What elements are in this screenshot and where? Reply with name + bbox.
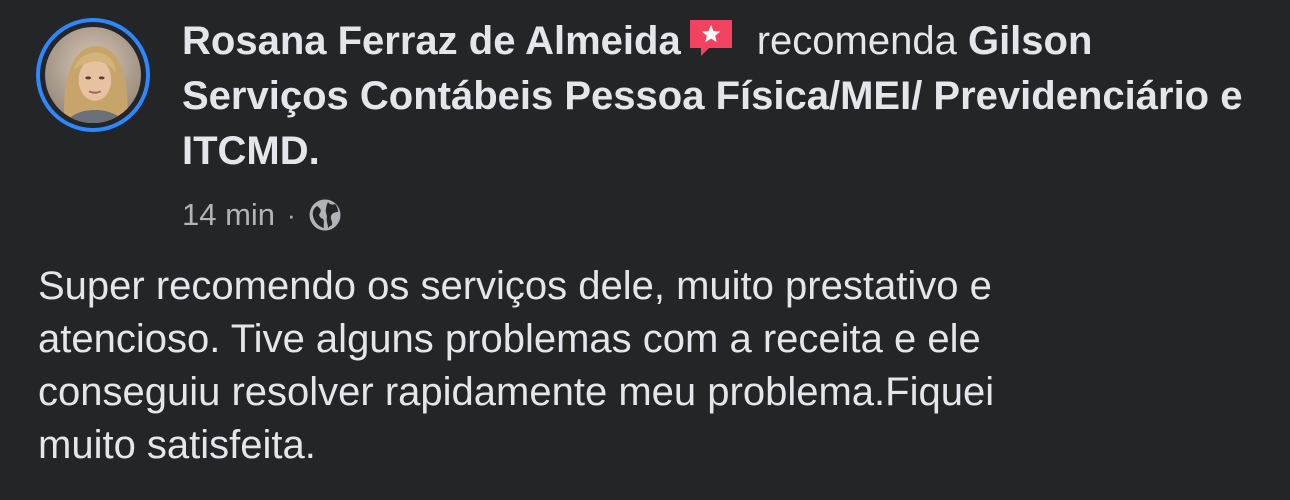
- author-name[interactable]: Rosana Ferraz de Almeida: [182, 19, 681, 63]
- star-speech-bubble-icon: [689, 20, 732, 56]
- author-avatar[interactable]: [45, 27, 141, 123]
- globe-icon[interactable]: [308, 198, 342, 232]
- recommend-verb: recomenda: [756, 19, 957, 63]
- meta-separator: ·: [287, 199, 296, 230]
- post-header: Rosana Ferraz de Almeida recomenda Gilso…: [182, 14, 1262, 179]
- post-timestamp[interactable]: 14 min: [182, 197, 275, 233]
- recommendation-post: Rosana Ferraz de Almeida recomenda Gilso…: [0, 0, 1290, 500]
- post-meta: 14 min ·: [182, 195, 342, 235]
- post-body: Super recomendo os serviços dele, muito …: [38, 264, 995, 467]
- author-avatar-ring[interactable]: [36, 18, 150, 132]
